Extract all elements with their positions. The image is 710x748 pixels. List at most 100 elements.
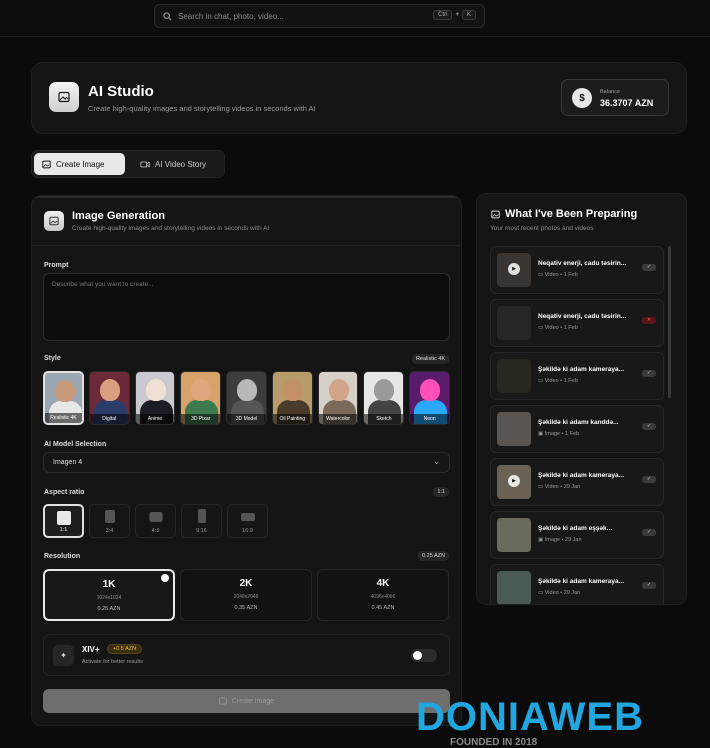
create-image-button[interactable]: Create Image <box>43 689 450 713</box>
recent-item[interactable]: ▶ Şəkildə ki adam kameraya... ▭ Video • 29… <box>490 458 664 506</box>
style-label: Sketch <box>364 414 404 424</box>
style-option[interactable]: Anime <box>134 371 176 425</box>
balance-value: 36.3707 AZN <box>600 98 654 108</box>
prompt-input[interactable]: Describe what you want to create... <box>43 273 450 341</box>
scrollbar[interactable] <box>668 246 671 398</box>
aspect-ratio-option[interactable]: 9:16 <box>181 504 222 538</box>
recent-item-meta: ▭ Video • 1 Feb <box>538 325 578 331</box>
ratio-shape-icon <box>149 512 162 522</box>
resolution-price: 0.35 AZN <box>234 605 258 611</box>
search-bar[interactable]: Search in chat, photo, video... Ctrl + K <box>154 4 485 28</box>
aspect-ratio-option[interactable]: 16:9 <box>227 504 268 538</box>
search-icon <box>163 11 172 20</box>
style-option[interactable]: Sketch <box>363 371 405 425</box>
dollar-icon: $ <box>572 88 592 108</box>
video-icon: ▭ <box>538 325 544 331</box>
recent-item-type: Video <box>544 325 559 331</box>
recent-item[interactable]: ▶ Neqativ enerji, cadu təsirin... ▭ Video … <box>490 246 664 294</box>
recent-thumbnail <box>497 412 531 446</box>
style-thumbnail-face <box>191 379 212 401</box>
recent-thumbnail <box>497 518 531 552</box>
style-label: Oil Painting <box>272 414 312 424</box>
recent-item-title: Neqativ enerji, cadu təsirin... <box>538 260 627 267</box>
style-label: Digital <box>89 414 129 424</box>
style-thumbnail-face <box>55 380 75 402</box>
resolution-label: Resolution <box>44 553 81 560</box>
style-thumbnail-face <box>237 379 258 401</box>
aspect-ratio-option[interactable]: 4:3 <box>135 504 176 538</box>
recent-thumbnail <box>497 306 531 340</box>
style-thumbnail-face <box>282 379 303 401</box>
tab-create-image[interactable]: Create Image <box>34 153 125 175</box>
style-label: Realistic 4K <box>45 413 82 423</box>
recent-item-date: 29 Jan <box>565 537 582 543</box>
kbd-k: K <box>461 10 476 20</box>
recent-item[interactable]: Şəkildə ki adam kameraya... ▭ Video • 1 F… <box>490 352 664 400</box>
video-icon: ▭ <box>538 378 544 384</box>
aspect-ratio-option[interactable]: 3:4 <box>89 504 130 538</box>
resolution-label: 1K <box>102 579 116 590</box>
xiv-toggle[interactable] <box>411 649 437 662</box>
recent-item-title: Şəkildə ki adam eşşək... <box>538 525 613 532</box>
tab-label: Create Image <box>56 159 105 169</box>
create-label: Create Image <box>231 697 275 705</box>
prompt-placeholder: Describe what you want to create... <box>52 281 154 288</box>
svg-text:DONIAWEB: DONIAWEB <box>416 695 644 739</box>
xiv-plus-option: ✦ XIV+ +0.5 AZN Activate for better resu… <box>43 634 450 676</box>
ratio-label: 3:4 <box>105 528 114 534</box>
doniaweb-watermark: DONIAWEB FOUNDED IN 2018 <box>416 695 644 748</box>
style-label: Neon <box>410 414 450 424</box>
xiv-price-badge: +0.5 AZN <box>107 644 143 654</box>
model-select[interactable]: Imagen 4 ⌄ <box>43 452 450 473</box>
image-icon: ▣ <box>538 431 544 437</box>
ratio-shape-icon <box>197 509 206 523</box>
image-generation-panel: Image Generation Create high-quality ima… <box>31 195 462 726</box>
resolution-option[interactable]: 4K 4096x4096 0.45 AZN <box>317 569 449 621</box>
toggle-knob <box>413 651 422 660</box>
ratio-label: 9:16 <box>196 528 207 534</box>
recent-item-date: 1 Feb <box>565 431 580 437</box>
style-thumbnail-face <box>99 379 120 401</box>
kbd-ctrl: Ctrl <box>433 10 453 20</box>
recent-title: What I've Been Preparing <box>491 208 637 220</box>
resolution-option[interactable]: 1K 1024x1024 0.25 AZN <box>43 569 175 621</box>
recent-thumbnail: ▶ <box>497 253 531 287</box>
balance-card[interactable]: $ Balance 36.3707 AZN <box>561 79 669 116</box>
style-option[interactable]: Watercolor <box>317 371 359 425</box>
video-icon <box>140 161 150 167</box>
resolution-option[interactable]: 2K 2048x2048 0.35 AZN <box>180 569 312 621</box>
recent-item-meta: ▣ Image • 29 Jan <box>538 537 582 543</box>
recent-item-date: 29 Jan <box>563 590 581 596</box>
aspect-selected-badge: 1:1 <box>433 487 449 497</box>
recent-item[interactable]: Neqativ enerji, cadu təsirin... ▭ Video •… <box>490 299 664 347</box>
resolution-size: 4096x4096 <box>370 594 396 600</box>
recent-item-title: Şəkildə ki adam kameraya... <box>538 578 624 585</box>
xiv-subtitle: Activate for better results <box>82 659 143 665</box>
style-option[interactable]: Digital <box>88 371 130 425</box>
play-icon: ▶ <box>508 263 520 275</box>
style-option[interactable]: 3D Model <box>226 371 267 425</box>
xiv-title: XIV+ <box>82 645 100 654</box>
style-option[interactable]: 3D Pixar <box>180 371 222 425</box>
resolution-size: 2048x2048 <box>233 594 259 600</box>
aspect-ratio-options: 1:1 3:4 4:3 9:16 16:9 <box>43 504 268 538</box>
recent-item-date: 29 Jan <box>563 484 581 490</box>
balance-label: Balance <box>600 89 620 95</box>
style-option[interactable]: Realistic 4K <box>43 371 84 425</box>
recent-item[interactable]: Şəkildə ki adam eşşək... ▣ Image • 29 Jan… <box>490 511 664 559</box>
recent-item[interactable]: Şəkildə ki adam kameraya... ▭ Video • 29 … <box>490 564 664 604</box>
recent-item[interactable]: Şəkildə ki adamı kanddə... ▣ Image • 1 Fe… <box>490 405 664 453</box>
check-icon: ✓ <box>642 476 656 483</box>
search-input[interactable]: Search in chat, photo, video... <box>178 12 284 21</box>
aspect-ratio-option[interactable]: 1:1 <box>43 504 84 538</box>
style-option[interactable]: Neon <box>409 371 451 425</box>
recent-thumbnail: ▶ <box>497 465 531 499</box>
style-option[interactable]: Oil Painting <box>271 371 313 425</box>
svg-text:FOUNDED IN 2018: FOUNDED IN 2018 <box>450 737 538 748</box>
image-icon <box>49 82 79 112</box>
tab-ai-video-story[interactable]: AI Video Story <box>132 153 214 175</box>
recent-item-type: Video <box>544 272 559 278</box>
recent-item-type: Video <box>544 590 559 596</box>
ratio-label: 1:1 <box>59 527 68 533</box>
resolution-price: 0.45 AZN <box>371 605 395 611</box>
